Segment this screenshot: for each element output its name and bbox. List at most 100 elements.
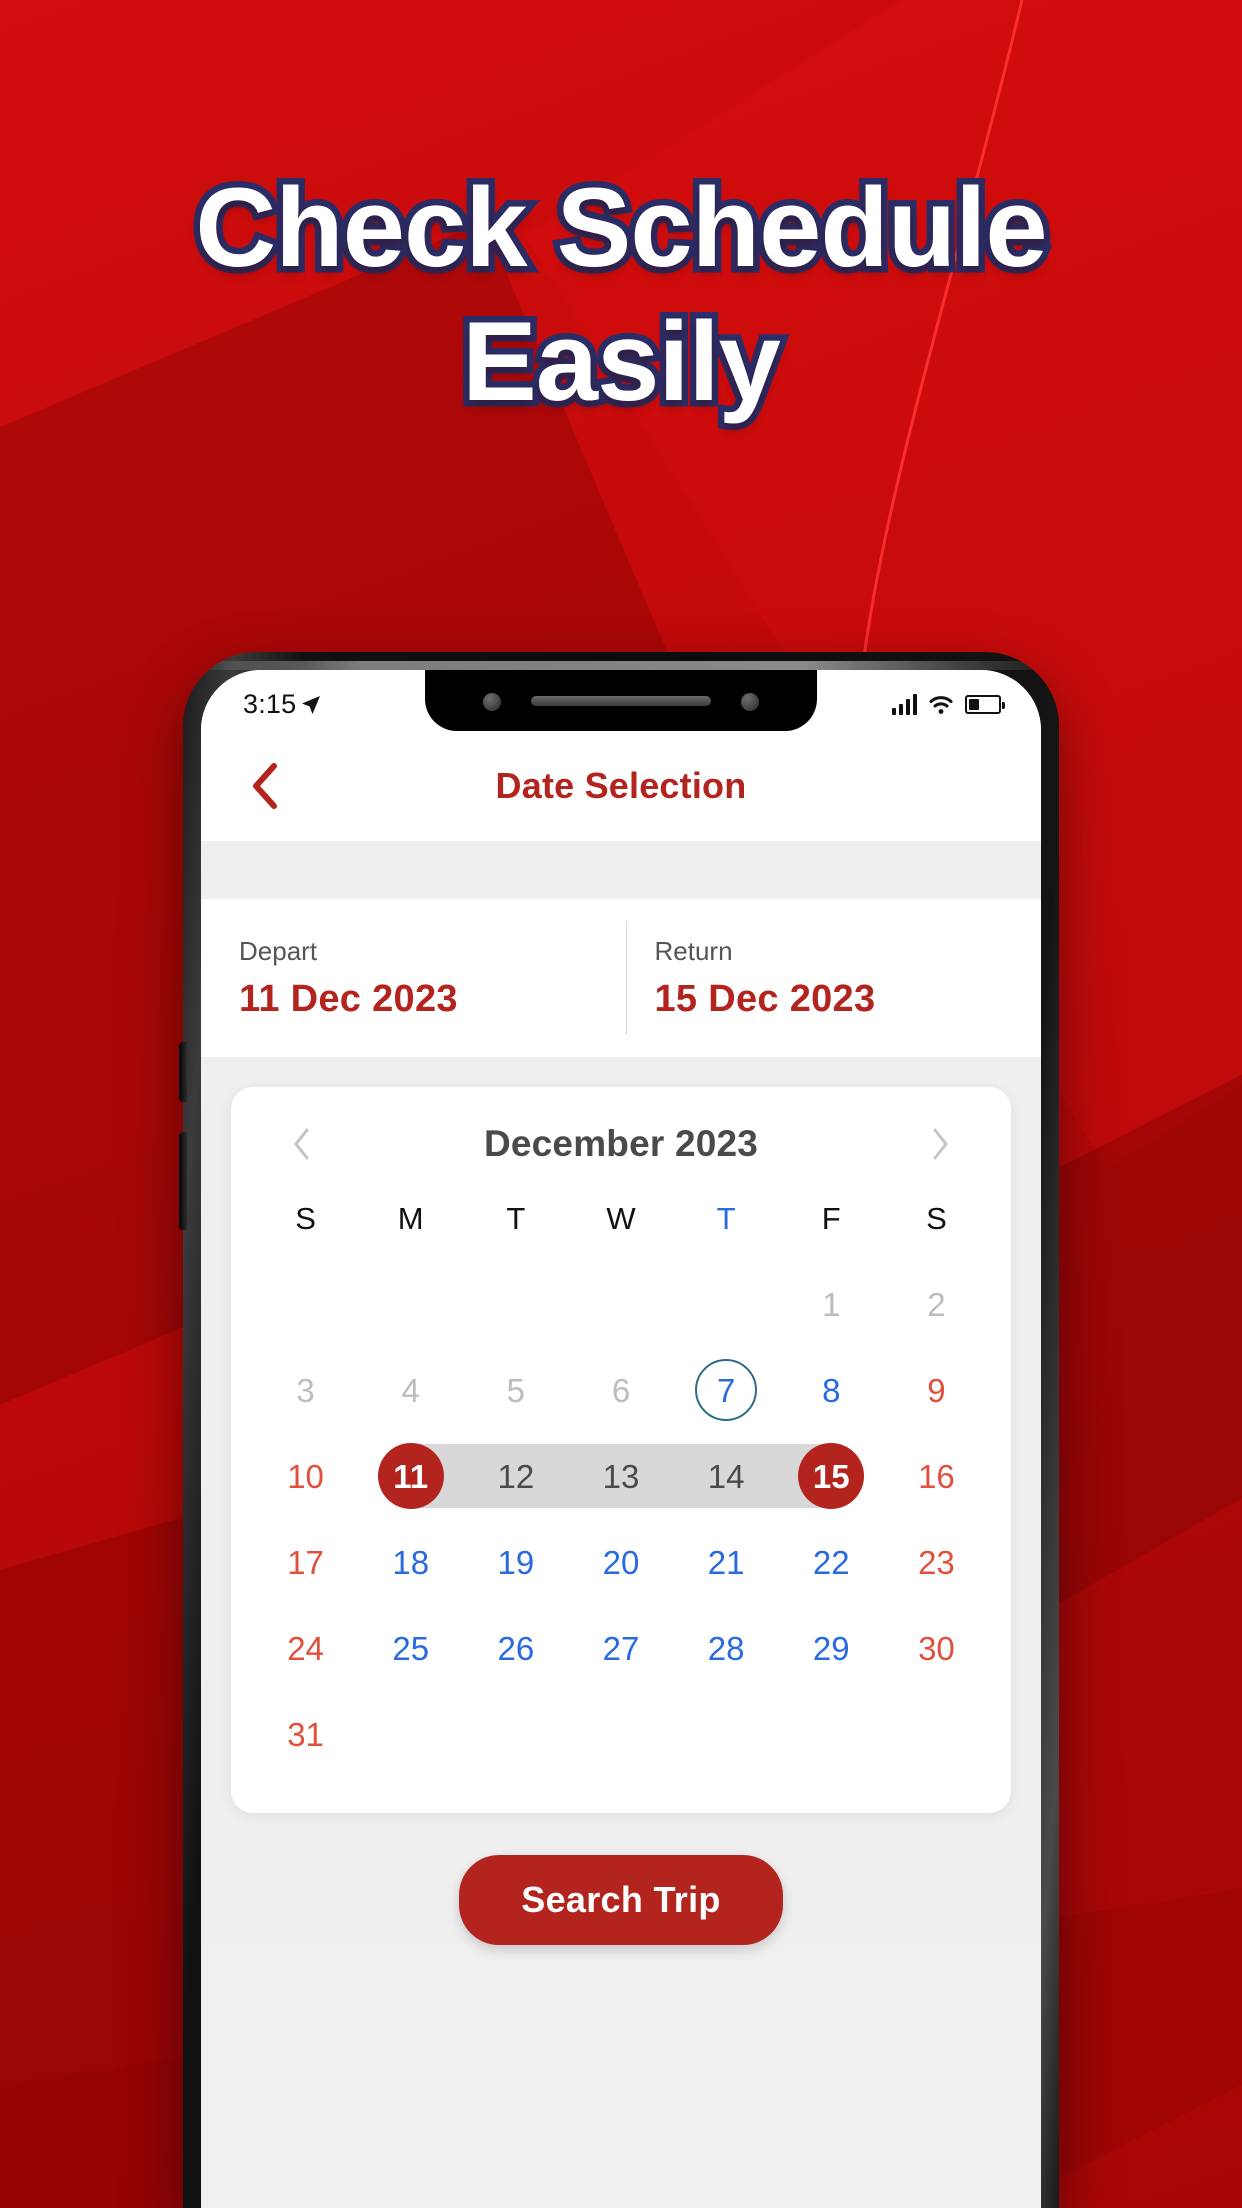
calendar-weekday-3: W: [606, 1201, 636, 1236]
calendar-day-14[interactable]: 14: [673, 1433, 779, 1519]
calendar-day-19[interactable]: 19: [463, 1519, 568, 1605]
calendar-day-number: 29: [812, 1629, 850, 1667]
calendar-day-number: 13: [602, 1457, 640, 1495]
calendar-day-number: 3: [296, 1371, 315, 1409]
status-bar-left: 3:15: [243, 681, 323, 720]
calendar-day-number: 9: [927, 1371, 946, 1409]
depart-date-field[interactable]: Depart 11 Dec 2023: [201, 899, 626, 1057]
calendar-day-number: 1: [822, 1285, 841, 1323]
page-title: Date Selection: [495, 765, 747, 806]
calendar-day-number: 8: [822, 1371, 841, 1409]
calendar-day-21[interactable]: 21: [674, 1519, 779, 1605]
calendar-day-28[interactable]: 28: [674, 1605, 779, 1691]
cta-container: Search Trip: [231, 1813, 1011, 1945]
calendar-weekday-0: S: [295, 1201, 316, 1236]
calendar-weekday-1: M: [397, 1201, 424, 1236]
calendar-day-number: 12: [497, 1457, 535, 1495]
promo-stage: Check Schedule Easily 3:15 Date Selectio…: [0, 0, 1242, 2208]
calendar-day-20[interactable]: 20: [568, 1519, 673, 1605]
calendar-day-number: 21: [707, 1543, 745, 1581]
calendar-day-12[interactable]: 12: [463, 1433, 569, 1519]
calendar-weekday-2: T: [506, 1201, 526, 1236]
calendar-day-number: 4: [401, 1371, 420, 1409]
earpiece-speaker-icon: [531, 696, 711, 706]
return-value: 15 Dec 2023: [654, 977, 876, 1020]
return-date-field[interactable]: Return 15 Dec 2023: [627, 899, 1042, 1057]
calendar-cell-empty: [253, 1261, 358, 1347]
calendar-weekday-6: S: [926, 1201, 947, 1236]
phone-notch: [425, 670, 817, 731]
calendar-day-18[interactable]: 18: [358, 1519, 463, 1605]
calendar-day-number: 26: [497, 1629, 535, 1667]
calendar-day-10[interactable]: 10: [253, 1433, 358, 1519]
cellular-signal-icon: [892, 694, 917, 715]
headline-line-1: Check Schedule: [189, 165, 1054, 290]
calendar-weekday-5: F: [821, 1201, 841, 1236]
calendar-day-number: 19: [497, 1543, 535, 1581]
location-arrow-icon: [302, 695, 321, 714]
calendar-card: December 2023 SMTWTFS 1 2 3 4 5 6 7 8 9 10 11 12 13 1…: [231, 1087, 1011, 1813]
calendar-day-number: 22: [812, 1543, 850, 1581]
calendar-day-17[interactable]: 17: [253, 1519, 358, 1605]
calendar-day-23[interactable]: 23: [884, 1519, 989, 1605]
return-label: Return: [654, 935, 733, 966]
calendar-day-number: 31: [287, 1715, 324, 1753]
calendar-next-month-button[interactable]: [917, 1121, 963, 1167]
calendar-cell-empty: [674, 1261, 779, 1347]
calendar-day-24[interactable]: 24: [253, 1605, 358, 1691]
calendar-day-number: 7: [716, 1371, 736, 1409]
calendar-day-5: 5: [463, 1347, 568, 1433]
calendar-day-number: 6: [611, 1371, 631, 1409]
calendar-day-number: 15: [812, 1457, 850, 1495]
calendar-day-number: 20: [602, 1543, 640, 1581]
calendar-day-number: 18: [392, 1543, 430, 1581]
phone-volume-up-button[interactable]: [179, 1042, 187, 1102]
calendar-day-number: 10: [287, 1457, 324, 1495]
calendar-day-number: 17: [287, 1543, 324, 1581]
date-summary-row: Depart 11 Dec 2023 Return 15 Dec 2023: [201, 899, 1041, 1057]
calendar-day-number: 27: [602, 1629, 640, 1667]
calendar-day-number: 28: [707, 1629, 745, 1667]
calendar-day-15[interactable]: 15: [778, 1433, 884, 1519]
calendar-weekday-row: SMTWTFS: [253, 1201, 989, 1261]
calendar-day-11[interactable]: 11: [358, 1433, 464, 1519]
phone-volume-down-button[interactable]: [179, 1132, 187, 1230]
battery-level-fill: [969, 699, 979, 710]
phone-mockup: 3:15 Date Selection Depart 11 Dec 2023 R…: [179, 652, 1059, 2208]
back-button[interactable]: [237, 758, 293, 814]
calendar-day-number: 25: [392, 1629, 430, 1667]
calendar-day-number: 24: [287, 1629, 324, 1667]
phone-screen: 3:15 Date Selection Depart 11 Dec 2023 R…: [201, 670, 1041, 2208]
calendar-day-8[interactable]: 8: [779, 1347, 884, 1433]
battery-icon: [965, 695, 1005, 714]
calendar-day-number: 11: [393, 1457, 429, 1495]
calendar-day-7[interactable]: 7: [674, 1347, 779, 1433]
calendar-day-number: 16: [918, 1457, 955, 1495]
calendar-day-6: 6: [568, 1347, 673, 1433]
calendar-day-4: 4: [358, 1347, 463, 1433]
calendar-day-26[interactable]: 26: [463, 1605, 568, 1691]
chevron-right-icon: [933, 1128, 948, 1160]
chevron-left-icon: [253, 763, 277, 809]
calendar-day-3: 3: [253, 1347, 358, 1433]
calendar-day-number: 23: [918, 1543, 955, 1581]
search-trip-button[interactable]: Search Trip: [459, 1855, 783, 1945]
calendar-day-grid: 1 2 3 4 5 6 7 8 9 10 11 12 13 14 15 16 17 18 19 20 21 22 23 24 2…: [253, 1261, 989, 1777]
calendar-day-29[interactable]: 29: [779, 1605, 884, 1691]
calendar-day-2: 2: [884, 1261, 989, 1347]
calendar-day-13[interactable]: 13: [568, 1433, 674, 1519]
calendar-day-30[interactable]: 30: [884, 1605, 989, 1691]
wifi-icon: [929, 696, 953, 714]
calendar-day-number: 30: [918, 1629, 955, 1667]
calendar-day-16[interactable]: 16: [884, 1433, 989, 1519]
calendar-day-9[interactable]: 9: [884, 1347, 989, 1433]
calendar-day-25[interactable]: 25: [358, 1605, 463, 1691]
calendar-day-27[interactable]: 27: [568, 1605, 673, 1691]
calendar-day-1: 1: [779, 1261, 884, 1347]
app-bar: Date Selection: [201, 731, 1041, 841]
calendar-day-22[interactable]: 22: [779, 1519, 884, 1605]
chevron-left-icon: [294, 1128, 309, 1160]
calendar-prev-month-button[interactable]: [279, 1121, 325, 1167]
calendar-day-31[interactable]: 31: [253, 1691, 358, 1777]
header-separator-strip: [201, 841, 1041, 899]
